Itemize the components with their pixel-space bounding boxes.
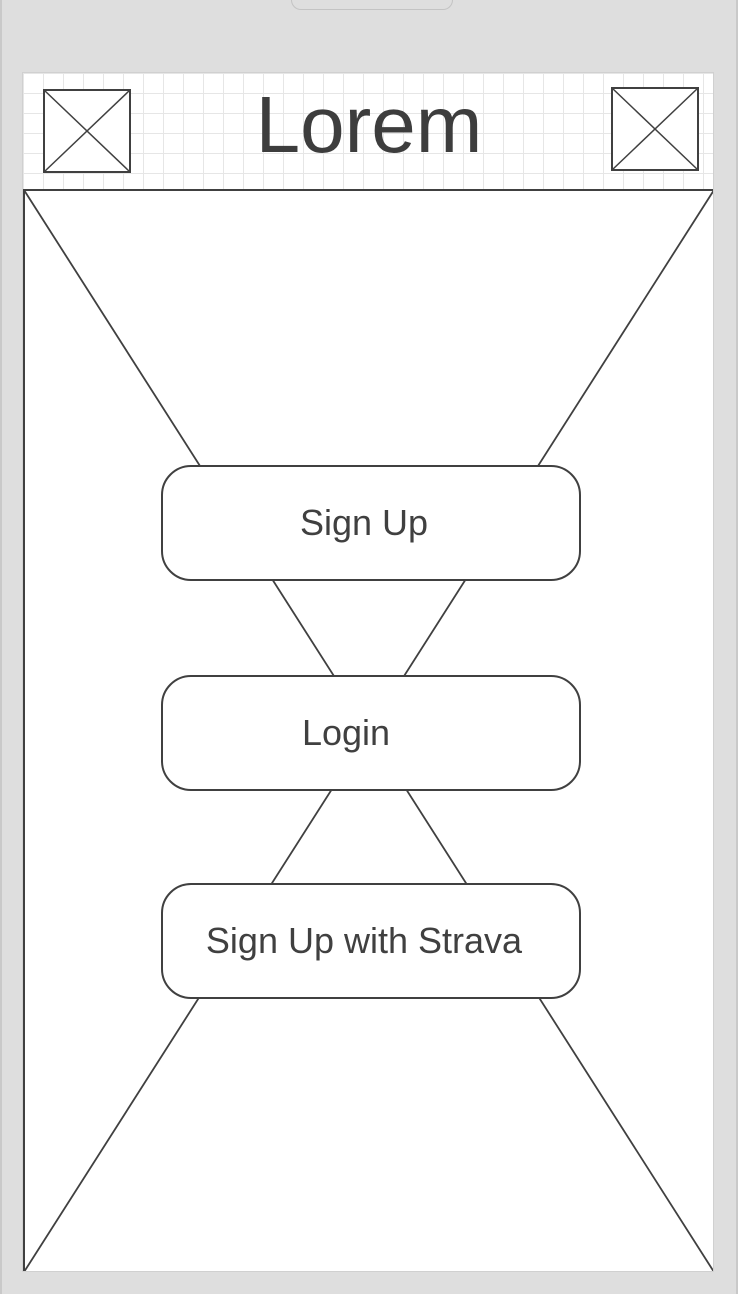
image-placeholder-icon[interactable] — [611, 87, 699, 171]
phone-speaker — [291, 0, 453, 10]
phone-frame: Lorem Sign Up Login Sign Up with Strava — [0, 0, 738, 1294]
image-placeholder-icon[interactable] — [43, 89, 131, 173]
header-bar: Lorem — [23, 73, 713, 189]
login-button[interactable]: Login — [161, 675, 581, 791]
sign-up-button[interactable]: Sign Up — [161, 465, 581, 581]
page-title: Lorem — [255, 80, 483, 169]
phone-screen: Lorem Sign Up Login Sign Up with Strava — [22, 72, 714, 1272]
hero-image-placeholder: Sign Up Login Sign Up with Strava — [23, 189, 713, 1271]
sign-up-with-strava-button[interactable]: Sign Up with Strava — [161, 883, 581, 999]
